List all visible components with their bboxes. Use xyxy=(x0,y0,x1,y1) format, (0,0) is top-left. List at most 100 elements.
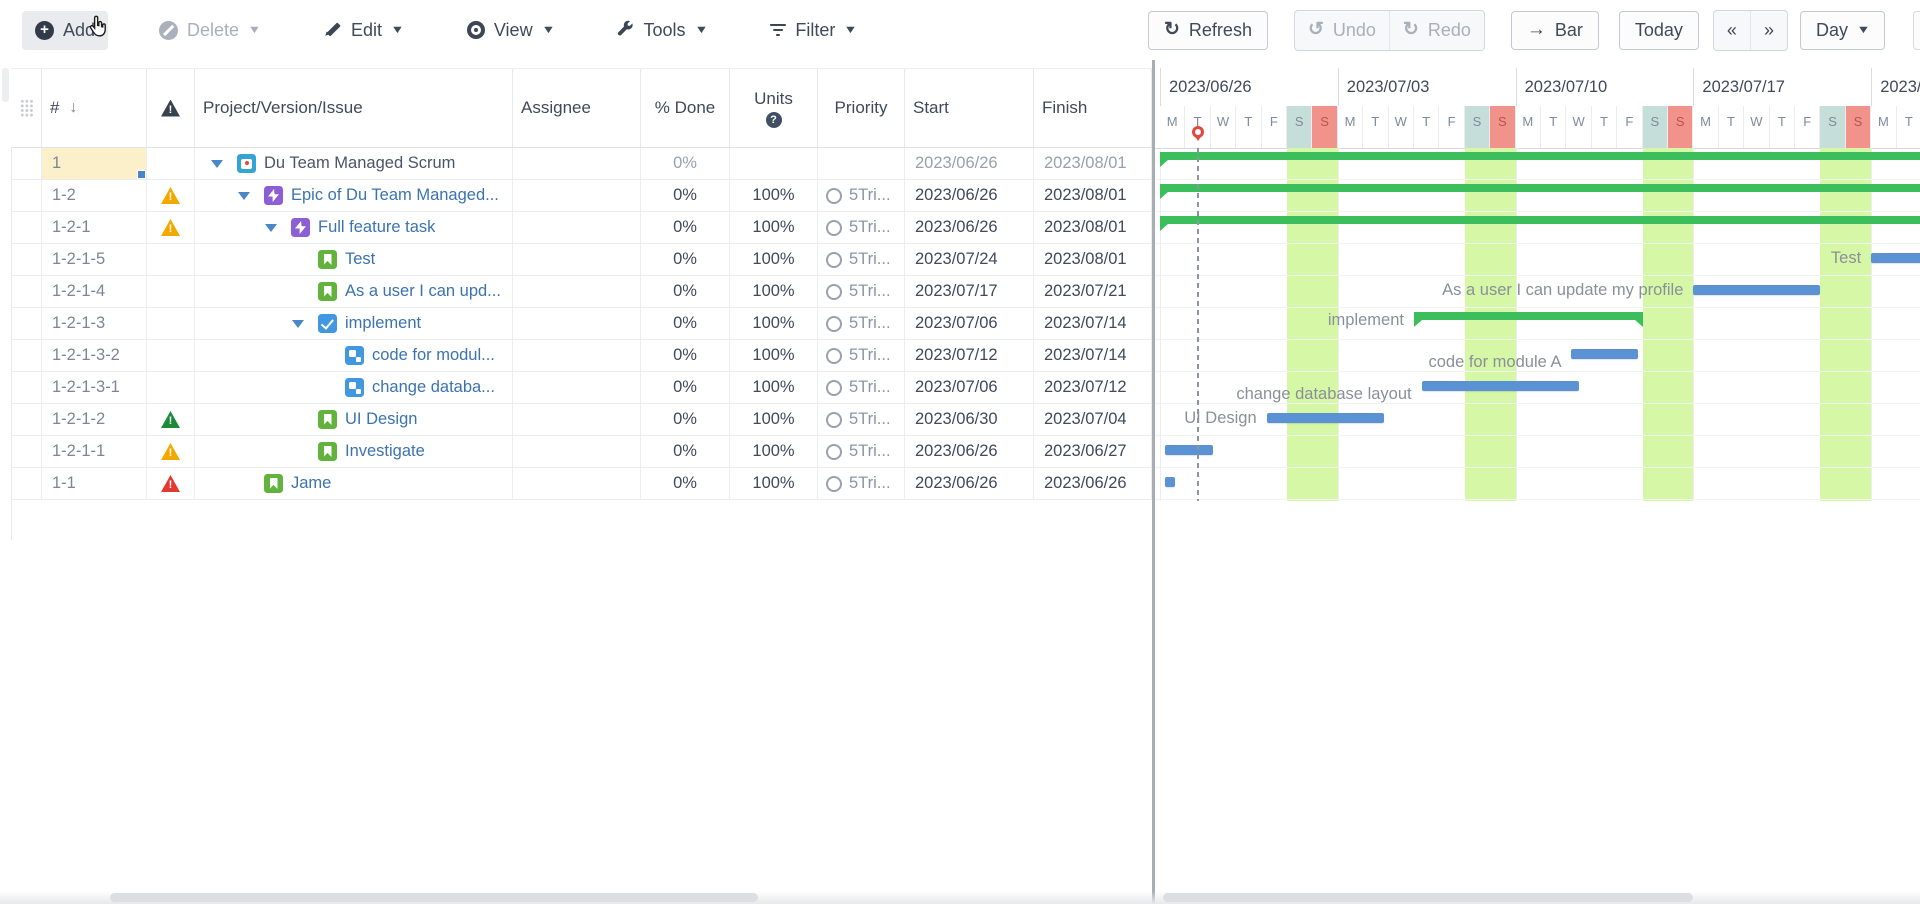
cell-finish[interactable]: 2023/07/04 xyxy=(1034,404,1152,435)
column-header-num[interactable]: #↓ xyxy=(42,69,147,147)
expand-caret-icon[interactable] xyxy=(292,320,304,328)
cell-num[interactable]: 1-2-1-3-1 xyxy=(42,372,147,403)
cell-grip[interactable] xyxy=(11,308,42,339)
cell-issue[interactable]: Test xyxy=(195,244,513,275)
cell-pdone[interactable]: 0% xyxy=(641,372,730,403)
refresh-button[interactable]: ↻Refresh xyxy=(1148,11,1268,50)
cell-pdone[interactable]: 0% xyxy=(641,468,730,499)
issue-title[interactable]: Full feature task xyxy=(318,218,435,237)
selection-drag-handle[interactable] xyxy=(137,170,146,179)
cell-assignee[interactable] xyxy=(513,180,641,211)
cell-grip[interactable] xyxy=(11,148,42,179)
cell-units[interactable]: 100% xyxy=(730,244,818,275)
cell-units[interactable]: 100% xyxy=(730,212,818,243)
cell-finish[interactable]: 2023/08/01 xyxy=(1034,212,1152,243)
task-bar[interactable] xyxy=(1267,413,1384,423)
issue-title[interactable]: Test xyxy=(345,250,375,269)
undo-button[interactable]: ↺Undo xyxy=(1295,11,1389,50)
cell-issue[interactable]: Investigate xyxy=(195,436,513,467)
cell-grip[interactable] xyxy=(11,404,42,435)
cell-pdone[interactable]: 0% xyxy=(641,212,730,243)
cell-units[interactable]: 100% xyxy=(730,372,818,403)
cell-num[interactable]: 1-2-1-2 xyxy=(42,404,147,435)
cell-priority[interactable]: 5Tri... xyxy=(818,244,905,275)
task-bar[interactable] xyxy=(1165,445,1213,455)
cell-issue[interactable]: As a user I can upd... xyxy=(195,276,513,307)
column-header-pdone[interactable]: % Done xyxy=(641,69,730,147)
cell-num[interactable]: 1-2-1-5 xyxy=(42,244,147,275)
drag-grip-icon[interactable] xyxy=(20,99,33,117)
cell-assignee[interactable] xyxy=(513,436,641,467)
issue-title[interactable]: Du Team Managed Scrum xyxy=(264,154,455,173)
cell-finish[interactable]: 2023/06/27 xyxy=(1034,436,1152,467)
cell-priority[interactable]: 5Tri... xyxy=(818,468,905,499)
cell-assignee[interactable] xyxy=(513,468,641,499)
cell-assignee[interactable] xyxy=(513,276,641,307)
cell-warn[interactable] xyxy=(147,436,195,467)
today-button[interactable]: Today xyxy=(1619,11,1699,50)
issue-title[interactable]: Investigate xyxy=(345,442,425,461)
save-button[interactable]: Save xyxy=(1913,11,1920,50)
column-header-start[interactable]: Start xyxy=(905,69,1034,147)
cell-finish[interactable]: 2023/07/14 xyxy=(1034,308,1152,339)
sort-descending-icon[interactable]: ↓ xyxy=(69,99,77,117)
cell-grip[interactable] xyxy=(11,340,42,371)
expand-caret-icon[interactable] xyxy=(211,160,223,168)
cell-pdone[interactable]: 0% xyxy=(641,308,730,339)
cell-start[interactable]: 2023/06/26 xyxy=(905,468,1034,499)
column-header-issue[interactable]: Project/Version/Issue xyxy=(195,69,513,147)
column-header-warn[interactable] xyxy=(147,69,195,147)
cell-pdone[interactable]: 0% xyxy=(641,180,730,211)
cell-num[interactable]: 1-2 xyxy=(42,180,147,211)
cell-num[interactable]: 1-2-1 xyxy=(42,212,147,243)
cell-start[interactable]: 2023/07/06 xyxy=(905,372,1034,403)
cell-finish[interactable]: 2023/07/12 xyxy=(1034,372,1152,403)
cell-start[interactable]: 2023/06/30 xyxy=(905,404,1034,435)
summary-bar[interactable] xyxy=(1414,312,1643,320)
cell-assignee[interactable] xyxy=(513,244,641,275)
cell-units[interactable]: 100% xyxy=(730,276,818,307)
task-bar[interactable] xyxy=(1871,253,1920,263)
add-button[interactable]: Add xyxy=(22,11,108,50)
cell-priority[interactable] xyxy=(818,148,905,179)
issue-title[interactable]: Jame xyxy=(291,474,331,493)
task-bar[interactable] xyxy=(1693,285,1820,295)
expand-caret-icon[interactable] xyxy=(238,192,250,200)
cell-num[interactable]: 1-2-1-1 xyxy=(42,436,147,467)
next-button[interactable]: » xyxy=(1750,11,1787,50)
bar-button[interactable]: →Bar xyxy=(1511,11,1599,50)
column-header-finish[interactable]: Finish xyxy=(1034,69,1152,147)
issue-title[interactable]: change databa... xyxy=(372,378,495,397)
cell-grip[interactable] xyxy=(11,372,42,403)
task-bar[interactable] xyxy=(1165,477,1175,487)
cell-start[interactable]: 2023/07/17 xyxy=(905,276,1034,307)
cell-warn[interactable] xyxy=(147,276,195,307)
cell-warn[interactable] xyxy=(147,372,195,403)
cell-pdone[interactable]: 0% xyxy=(641,436,730,467)
horizontal-scrollbar-right-thumb[interactable] xyxy=(1163,893,1693,902)
cell-priority[interactable]: 5Tri... xyxy=(818,436,905,467)
cell-num[interactable]: 1-2-1-3 xyxy=(42,308,147,339)
cell-num[interactable]: 1 xyxy=(42,148,147,179)
cell-start[interactable]: 2023/07/12 xyxy=(905,340,1034,371)
cell-priority[interactable]: 5Tri... xyxy=(818,212,905,243)
cell-assignee[interactable] xyxy=(513,404,641,435)
cell-warn[interactable] xyxy=(147,468,195,499)
cell-assignee[interactable] xyxy=(513,212,641,243)
cell-grip[interactable] xyxy=(11,212,42,243)
cell-num[interactable]: 1-1 xyxy=(42,468,147,499)
cell-assignee[interactable] xyxy=(513,340,641,371)
cell-pdone[interactable]: 0% xyxy=(641,148,730,179)
cell-pdone[interactable]: 0% xyxy=(641,404,730,435)
cell-issue[interactable]: UI Design xyxy=(195,404,513,435)
cell-warn[interactable] xyxy=(147,308,195,339)
cell-priority[interactable]: 5Tri... xyxy=(818,404,905,435)
help-question-icon[interactable]: ? xyxy=(766,112,782,128)
cell-issue[interactable]: Full feature task xyxy=(195,212,513,243)
issue-title[interactable]: implement xyxy=(345,314,421,333)
cell-num[interactable]: 1-2-1-4 xyxy=(42,276,147,307)
cell-start[interactable]: 2023/06/26 xyxy=(905,180,1034,211)
cell-assignee[interactable] xyxy=(513,308,641,339)
expand-caret-icon[interactable] xyxy=(265,224,277,232)
task-bar[interactable] xyxy=(1422,381,1579,391)
